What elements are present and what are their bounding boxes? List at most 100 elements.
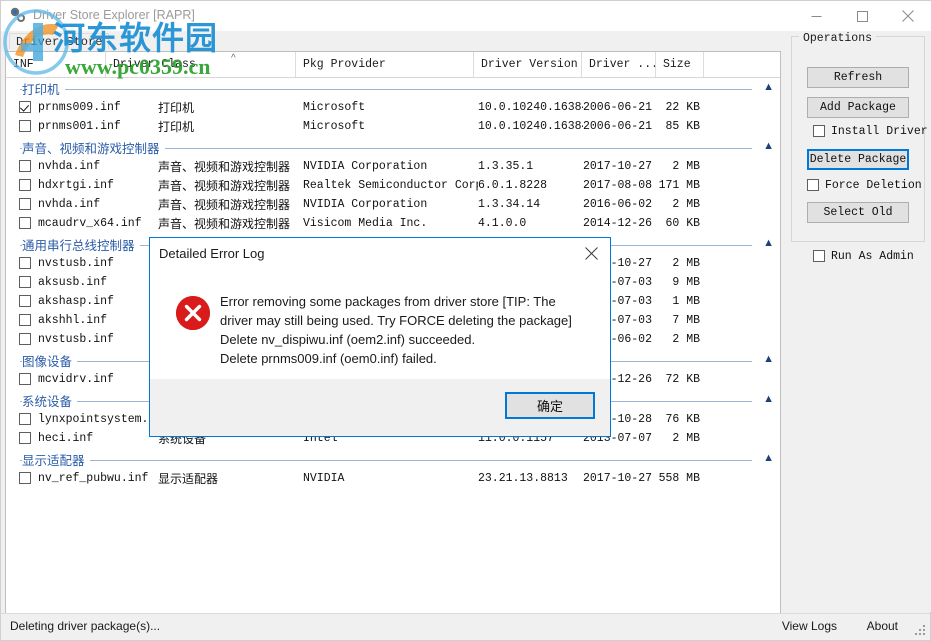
dialog-message-line: Error removing some packages from driver… xyxy=(220,292,598,311)
dialog-message-line: Delete nv_dispiwu.inf (oem2.inf) succeed… xyxy=(220,330,598,349)
column-header-version[interactable]: Driver Version xyxy=(474,52,582,77)
cell-version: 23.21.13.8813 xyxy=(478,469,583,488)
error-icon xyxy=(176,296,210,330)
cell-size: 2 MB xyxy=(654,330,700,349)
cell-class: 打印机 xyxy=(158,98,308,117)
chevron-up-icon[interactable]: ▲ xyxy=(763,394,774,405)
table-row[interactable]: nv_ref_pubwu.inf显示适配器NVIDIA23.21.13.8813… xyxy=(6,469,780,488)
table-row[interactable]: nvhda.inf声音、视频和游戏控制器NVIDIA Corporation1.… xyxy=(6,195,780,214)
cell-class: 打印机 xyxy=(158,117,308,136)
gears-icon xyxy=(8,6,28,26)
checkbox-box xyxy=(807,179,819,191)
about-link[interactable]: About xyxy=(867,619,898,633)
dialog-message-line: driver may still being used. Try FORCE d… xyxy=(220,311,598,330)
row-checkbox[interactable] xyxy=(19,179,31,191)
tab-strip: Driver Store xyxy=(5,31,781,53)
cell-size: 2 MB xyxy=(654,429,700,448)
window-title: Driver Store Explorer [RAPR] xyxy=(33,8,195,22)
chevron-up-icon[interactable]: ▲ xyxy=(763,141,774,152)
cell-date: 2006-06-21 xyxy=(582,98,652,117)
row-checkbox[interactable] xyxy=(19,198,31,210)
group-label: 图像设备 xyxy=(22,351,77,370)
row-checkbox[interactable] xyxy=(19,295,31,307)
detailed-error-log-dialog: Detailed Error Log Error removing some p… xyxy=(149,237,611,437)
row-checkbox[interactable] xyxy=(19,472,31,484)
force-deletion-label: Force Deletion xyxy=(825,179,922,192)
row-checkbox[interactable] xyxy=(19,257,31,269)
group-header[interactable]: 声音、视频和游戏控制器 ▲ xyxy=(6,136,780,157)
cell-date: 2017-10-27 xyxy=(582,469,652,488)
group-header[interactable]: 打印机 ▲ xyxy=(6,77,780,98)
view-logs-link[interactable]: View Logs xyxy=(782,619,837,633)
checkbox-box xyxy=(813,250,825,262)
row-checkbox[interactable] xyxy=(19,160,31,172)
group-header[interactable]: 显示适配器▲ xyxy=(6,448,780,469)
chevron-up-icon[interactable]: ▲ xyxy=(763,354,774,365)
cell-inf: nvhda.inf xyxy=(38,157,178,176)
close-button[interactable] xyxy=(885,1,931,31)
dialog-message-line: Delete prnms009.inf (oem0.inf) failed. xyxy=(220,349,598,368)
chevron-up-icon[interactable]: ▲ xyxy=(763,238,774,249)
cell-inf: prnms009.inf xyxy=(38,98,178,117)
cell-pkg: Realtek Semiconductor Corp. xyxy=(303,176,478,195)
select-old-button[interactable]: Select Old xyxy=(807,202,909,223)
group-label: 打印机 xyxy=(22,79,65,98)
column-header-pkg[interactable]: Pkg Provider xyxy=(296,52,474,77)
row-checkbox[interactable] xyxy=(19,413,31,425)
cell-size: 22 KB xyxy=(654,98,700,117)
cell-size: 2 MB xyxy=(654,157,700,176)
cell-size: 2 MB xyxy=(654,195,700,214)
row-checkbox[interactable] xyxy=(19,276,31,288)
column-header-class[interactable]: Driver Class xyxy=(106,52,296,77)
row-checkbox[interactable] xyxy=(19,101,31,113)
dialog-ok-button[interactable]: 确定 xyxy=(505,392,595,419)
dialog-close-icon[interactable] xyxy=(576,240,606,266)
cell-size: 60 KB xyxy=(654,214,700,233)
cell-date: 2016-06-02 xyxy=(582,195,652,214)
column-header-inf[interactable]: INF xyxy=(6,52,106,77)
table-row[interactable]: mcaudrv_x64.inf声音、视频和游戏控制器Visicom Media … xyxy=(6,214,780,233)
operations-group-title: Operations xyxy=(799,32,876,45)
row-checkbox[interactable] xyxy=(19,432,31,444)
refresh-button[interactable]: Refresh xyxy=(807,67,909,88)
group-label: 通用串行总线控制器 xyxy=(22,235,140,254)
cell-class: 声音、视频和游戏控制器 xyxy=(158,195,308,214)
group-label: 声音、视频和游戏控制器 xyxy=(22,138,165,157)
column-header-date[interactable]: Driver ... xyxy=(582,52,656,77)
cell-version: 4.1.0.0 xyxy=(478,214,583,233)
row-checkbox[interactable] xyxy=(19,373,31,385)
chevron-up-icon[interactable]: ▲ xyxy=(763,453,774,464)
chevron-up-icon[interactable]: ▲ xyxy=(763,82,774,93)
row-checkbox[interactable] xyxy=(19,314,31,326)
minimize-button[interactable] xyxy=(793,1,839,31)
row-checkbox[interactable] xyxy=(19,333,31,345)
cell-size: 2 MB xyxy=(654,254,700,273)
add-package-button[interactable]: Add Package xyxy=(807,97,909,118)
cell-date: 2006-06-21 xyxy=(582,117,652,136)
table-row[interactable]: nvhda.inf声音、视频和游戏控制器NVIDIA Corporation1.… xyxy=(6,157,780,176)
tab-driver-store[interactable]: Driver Store xyxy=(9,33,109,49)
install-driver-checkbox[interactable]: Install Driver xyxy=(813,123,928,139)
column-header-size[interactable]: Size xyxy=(656,52,704,77)
resize-grip[interactable] xyxy=(915,625,927,637)
run-as-admin-checkbox[interactable]: Run As Admin xyxy=(813,248,914,264)
table-row[interactable]: prnms001.inf打印机Microsoft10.0.10240.16384… xyxy=(6,117,780,136)
row-checkbox[interactable] xyxy=(19,120,31,132)
force-deletion-checkbox[interactable]: Force Deletion xyxy=(807,177,922,193)
table-row[interactable]: hdxrtgi.inf声音、视频和游戏控制器Realtek Semiconduc… xyxy=(6,176,780,195)
cell-class: 声音、视频和游戏控制器 xyxy=(158,176,308,195)
cell-version: 1.3.34.14 xyxy=(478,195,583,214)
cell-pkg: NVIDIA Corporation xyxy=(303,157,478,176)
table-row[interactable]: prnms009.inf打印机Microsoft10.0.10240.16384… xyxy=(6,98,780,117)
cell-date: 2017-10-27 xyxy=(582,157,652,176)
cell-size: 9 MB xyxy=(654,273,700,292)
dialog-footer: 确定 xyxy=(150,379,610,436)
row-checkbox[interactable] xyxy=(19,217,31,229)
title-bar: Driver Store Explorer [RAPR] xyxy=(1,1,931,32)
cell-pkg: Microsoft xyxy=(303,117,478,136)
cell-size: 72 KB xyxy=(654,370,700,389)
maximize-button[interactable] xyxy=(839,1,885,31)
delete-package-button[interactable]: Delete Package xyxy=(807,149,909,170)
cell-size: 171 MB xyxy=(654,176,700,195)
cell-size: 7 MB xyxy=(654,311,700,330)
